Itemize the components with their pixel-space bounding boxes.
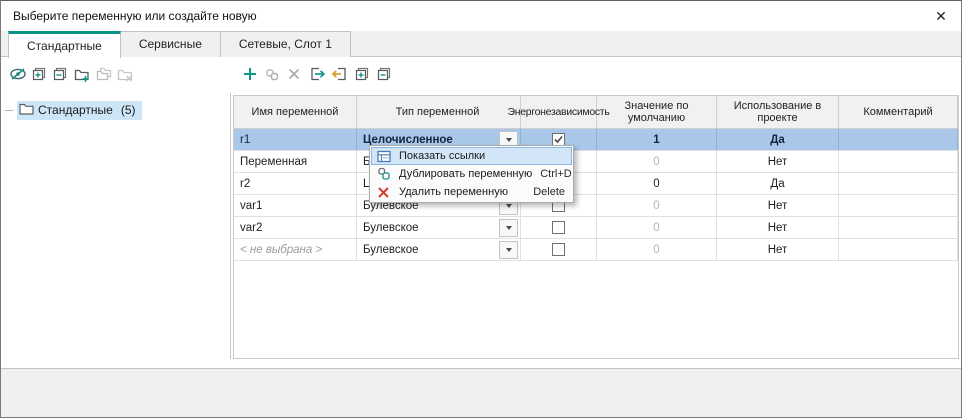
var-type: Булевское	[363, 244, 419, 256]
duplicate-variable-icon	[261, 63, 282, 84]
col-header-type[interactable]: Тип переменной	[357, 96, 521, 128]
col-header-nonvolatile[interactable]: Энергонезависимость	[521, 96, 597, 128]
collapse-all-icon[interactable]	[49, 63, 70, 84]
var-default: 0	[653, 200, 659, 212]
variable-select-dialog: Выберите переменную или создайте новую ✕…	[0, 0, 962, 418]
table-header: Имя переменной Тип переменной Энергонеза…	[234, 96, 958, 129]
table-row[interactable]: < не выбрана > Булевское 0 Нет	[234, 239, 958, 261]
menu-item-duplicate-variable[interactable]: Дублировать переменную Ctrl+D	[371, 165, 572, 183]
table-row[interactable]: Переменная Булевское 0 Нет	[234, 151, 958, 173]
var-type: Целочисленное	[363, 134, 453, 146]
menu-item-label: Дублировать переменную	[399, 168, 532, 180]
nonvolatile-checkbox[interactable]	[552, 243, 565, 256]
show-references-icon	[375, 150, 392, 163]
menu-item-shortcut: Delete	[533, 186, 565, 198]
add-group-icon[interactable]	[71, 63, 92, 84]
toolbar: ✕	[1, 57, 961, 93]
copy-group-icon	[93, 63, 114, 84]
nonvolatile-checkbox[interactable]	[552, 221, 565, 234]
tree-item-label: Стандартные	[38, 103, 113, 117]
var-default: 0	[653, 222, 659, 234]
delete-icon	[375, 186, 392, 199]
var-name: var2	[240, 222, 262, 234]
tree-item-standard[interactable]: ─ Стандартные (5)	[5, 101, 142, 120]
col-header-name[interactable]: Имя переменной	[234, 96, 357, 128]
var-name: r1	[240, 134, 250, 146]
var-usage: Нет	[768, 156, 788, 168]
tree-expander[interactable]: ─	[5, 105, 17, 117]
var-name: var1	[240, 200, 262, 212]
var-name: < не выбрана >	[240, 244, 322, 256]
expand-nodes-icon[interactable]	[351, 63, 372, 84]
var-default: 1	[653, 134, 659, 146]
tab-standard[interactable]: Стандартные	[8, 31, 121, 58]
delete-variable-icon	[283, 63, 304, 84]
table-row[interactable]: var2 Булевское 0 Нет	[234, 217, 958, 239]
variable-groups-tree: ─ Стандартные (5)	[1, 93, 231, 359]
tab-network-slot1[interactable]: Сетевые, Слот 1	[220, 31, 351, 57]
var-default: 0	[653, 178, 659, 190]
dialog-title: Выберите переменную или создайте новую	[13, 9, 257, 23]
expand-all-icon[interactable]	[28, 63, 49, 84]
col-header-usage[interactable]: Использование в проекте	[717, 96, 839, 128]
var-default: 0	[653, 244, 659, 256]
context-menu: Показать ссылки Дублировать переменную C…	[369, 145, 574, 203]
var-usage: Нет	[768, 222, 788, 234]
menu-item-label: Удалить переменную	[399, 186, 525, 198]
delete-group-icon	[114, 63, 135, 84]
tab-service[interactable]: Сервисные	[120, 31, 221, 57]
table-row[interactable]: r1 Целочисленное 1 Да	[234, 129, 958, 151]
table-row[interactable]: var1 Булевское 0 Нет	[234, 195, 958, 217]
import-icon[interactable]	[328, 63, 349, 84]
menu-item-shortcut: Ctrl+D	[540, 168, 571, 180]
var-usage: Да	[770, 178, 784, 190]
hide-unused-icon[interactable]	[7, 63, 28, 84]
collapse-nodes-icon[interactable]	[373, 63, 394, 84]
tree-item-count: (5)	[121, 103, 136, 117]
title-bar: Выберите переменную или создайте новую ✕	[1, 1, 961, 31]
menu-item-delete-variable[interactable]: Удалить переменную Delete	[371, 183, 572, 201]
export-icon[interactable]	[306, 63, 327, 84]
var-default: 0	[653, 156, 659, 168]
menu-item-show-references[interactable]: Показать ссылки	[371, 147, 572, 165]
folder-icon	[19, 102, 34, 118]
menu-item-label: Показать ссылки	[399, 150, 557, 162]
table-row[interactable]: r2 Целочисленное 0 Да	[234, 173, 958, 195]
footer: OK	[1, 369, 961, 418]
var-name: r2	[240, 178, 250, 190]
type-dropdown-icon[interactable]	[499, 219, 518, 237]
var-type: Булевское	[363, 222, 419, 234]
var-usage: Нет	[768, 200, 788, 212]
col-header-default[interactable]: Значение по умолчанию	[597, 96, 717, 128]
tab-bar: СтандартныеСервисныеСетевые, Слот 1	[1, 31, 961, 57]
close-icon[interactable]: ✕	[929, 5, 953, 27]
variables-table: Имя переменной Тип переменной Энергонеза…	[233, 95, 959, 359]
type-dropdown-icon[interactable]	[499, 241, 518, 259]
duplicate-icon	[375, 167, 392, 181]
var-usage: Да	[770, 134, 785, 146]
col-header-comment[interactable]: Комментарий	[839, 96, 958, 128]
var-usage: Нет	[768, 244, 788, 256]
var-name: Переменная	[240, 156, 307, 168]
add-variable-icon[interactable]	[239, 63, 260, 84]
